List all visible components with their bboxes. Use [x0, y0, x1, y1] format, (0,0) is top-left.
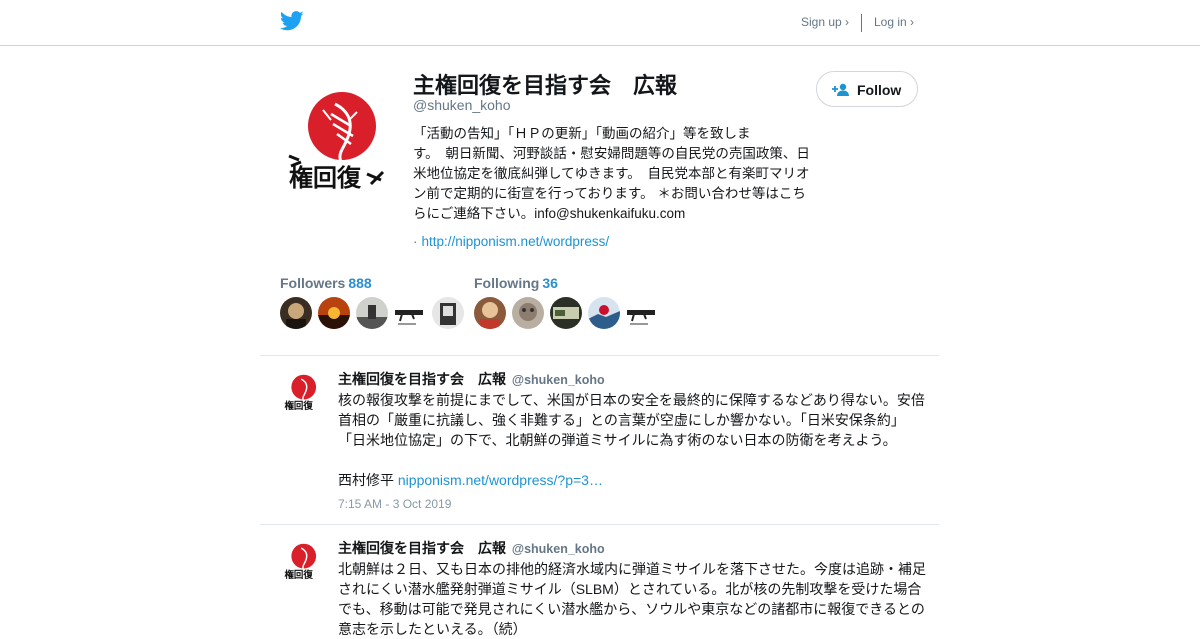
- follower-avatar[interactable]: [280, 297, 312, 329]
- svg-text:権回復: 権回復: [289, 164, 362, 192]
- website-link[interactable]: http://nipponism.net/wordpress/: [422, 234, 610, 249]
- bio-line: す。 朝日新聞、河野談話・慰安婦問題等の自民党の売国政策、日: [413, 146, 810, 161]
- followers-label: Followers: [280, 275, 346, 291]
- link-bullet: ·: [413, 234, 418, 249]
- tweet-text: 核の報復攻撃を前提にまでして、米国が日本の安全を最終的に保障するなどあり得ない。…: [338, 390, 930, 490]
- tweet-line: 北朝鮮は２日、又も日本の排他的経済水域内に弾道ミサイルを落下させた。今度は追跡・…: [338, 561, 926, 577]
- svg-text:権回復: 権回復: [284, 400, 313, 412]
- log-in-link[interactable]: Log in ›: [874, 15, 914, 29]
- profile-bio: 「活動の告知」「ＨＰの更新」「動画の紹介」等を致しま す。 朝日新聞、河野談話・…: [413, 124, 838, 224]
- following-avatar[interactable]: [588, 297, 620, 329]
- tweet-signature-line: 西村修平 nipponism.net/wordpress/?p=3…: [338, 470, 930, 490]
- tweet-link[interactable]: nipponism.net/wordpress/?p=3…: [398, 472, 603, 488]
- tweet-header: 主権回復を目指す会 広報 @shuken_koho: [338, 538, 605, 558]
- following-stat[interactable]: Following 36: [474, 275, 558, 291]
- follow-label: Follow: [857, 82, 902, 98]
- follower-avatar[interactable]: [318, 297, 350, 329]
- tweet-author-handle[interactable]: @shuken_koho: [512, 373, 605, 387]
- tweet-line: 「日米地位協定」の下で、北朝鮮の弾道ミサイルに為す術のない日本の防衛を考えよう。: [338, 432, 897, 448]
- following-avatar[interactable]: [474, 297, 506, 329]
- tweet-avatar[interactable]: 権回復: [283, 374, 323, 414]
- following-count: 36: [542, 275, 558, 291]
- top-bar: Sign up › Log in ›: [0, 0, 1200, 46]
- tweet-signature: 西村修平: [338, 472, 398, 488]
- follower-avatar[interactable]: [432, 297, 464, 329]
- bio-line: 「活動の告知」「ＨＰの更新」「動画の紹介」等を致しま: [413, 126, 751, 141]
- tweet-author-name[interactable]: 主権回復を目指す会 広報: [338, 371, 506, 387]
- tweet-line: 意志を示したといえる。（続）: [338, 621, 527, 637]
- tweet-timestamp[interactable]: 7:15 AM - 3 Oct 2019: [338, 497, 451, 511]
- twitter-bird-icon[interactable]: [280, 11, 304, 31]
- following-avatar[interactable]: [512, 297, 544, 329]
- profile-name: 主権回復を目指す会 広報: [413, 73, 678, 98]
- profile-website: · http://nipponism.net/wordpress/: [413, 234, 609, 249]
- followers-count: 888: [348, 275, 372, 291]
- divider: [260, 355, 939, 356]
- follow-button[interactable]: Follow: [816, 71, 918, 107]
- tweet-line: されにくい潜水艦発射弾道ミサイル（SLBM）とされている。北が核の先制攻撃を受け…: [338, 581, 922, 597]
- followers-stat[interactable]: Followers 888: [280, 275, 372, 291]
- bio-line: 米地位協定を徹底糾弾してゆきます。 自民党本部と有楽町マリオ: [413, 166, 810, 181]
- tweet-line: 首相の「厳重に抗議し、強く非難する」との言葉が空虚にしか響かない。「日米安保条約…: [338, 412, 905, 428]
- svg-text:権回復: 権回復: [284, 569, 313, 581]
- bio-line: らにご連絡下さい。info@shukenkaifuku.com: [413, 206, 686, 221]
- following-label: Following: [474, 275, 540, 291]
- tweet-line: でも、移動は可能で発見されにくい潜水艦から、ソウルや東京などの諸都市に報復できる…: [338, 601, 925, 617]
- tweet-author-name[interactable]: 主権回復を目指す会 広報: [338, 540, 506, 556]
- sign-up-link[interactable]: Sign up ›: [801, 15, 849, 29]
- header-divider: [861, 14, 862, 32]
- following-avatar[interactable]: [626, 297, 658, 329]
- divider: [260, 524, 939, 525]
- profile-avatar[interactable]: 権回復: [285, 90, 395, 200]
- profile-handle[interactable]: @shuken_koho: [413, 97, 511, 113]
- tweet-avatar[interactable]: 権回復: [283, 543, 323, 583]
- tweet-line: 核の報復攻撃を前提にまでして、米国が日本の安全を最終的に保障するなどあり得ない。…: [338, 392, 925, 408]
- follower-avatar[interactable]: [394, 297, 426, 329]
- tweet-text: 北朝鮮は２日、又も日本の排他的経済水域内に弾道ミサイルを落下させた。今度は追跡・…: [338, 559, 930, 639]
- add-person-icon: [832, 83, 849, 96]
- tweet-header: 主権回復を目指す会 広報 @shuken_koho: [338, 369, 605, 389]
- following-avatar[interactable]: [550, 297, 582, 329]
- bio-line: ン前で定期的に街宣を行っております。 ＊お問い合わせ等はこち: [413, 186, 806, 201]
- follower-avatar[interactable]: [356, 297, 388, 329]
- tweet-author-handle[interactable]: @shuken_koho: [512, 542, 605, 556]
